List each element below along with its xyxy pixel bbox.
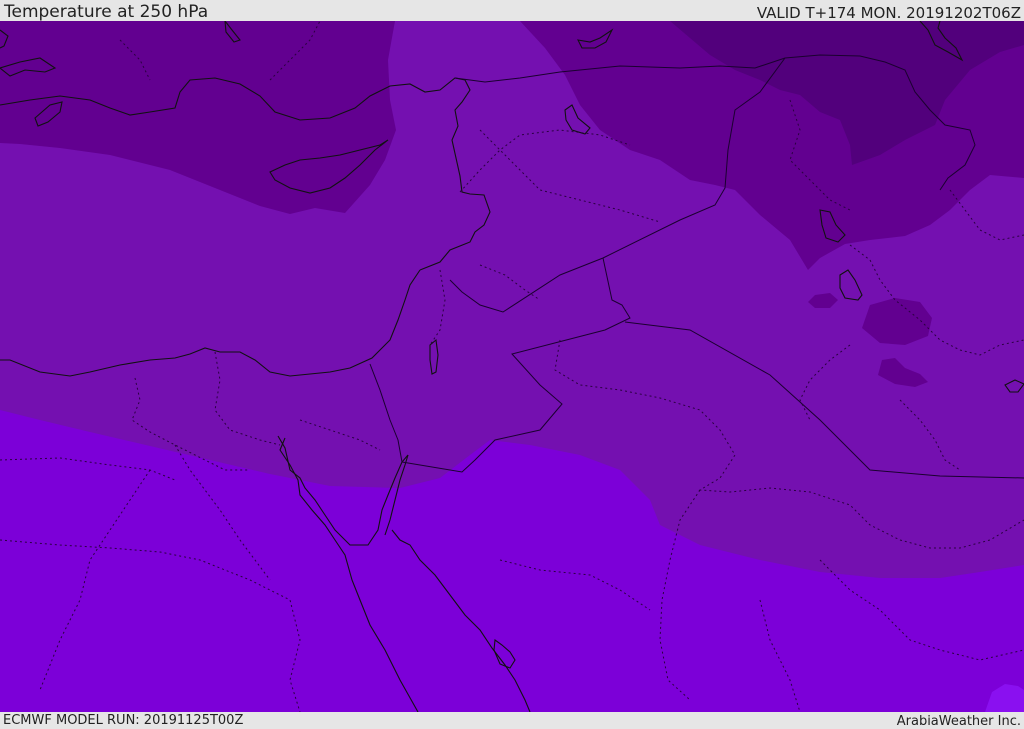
map-area[interactable] xyxy=(0,21,1024,712)
model-run: ECMWF MODEL RUN: 20191125T00Z xyxy=(3,713,244,728)
valid-time: VALID T+174 MON. 20191202T06Z xyxy=(756,4,1021,22)
header-bar: Temperature at 250 hPa VALID T+174 MON. … xyxy=(0,0,1024,21)
map-title: Temperature at 250 hPa xyxy=(4,2,209,22)
temperature-map xyxy=(0,21,1024,712)
footer-bar: ECMWF MODEL RUN: 20191125T00Z ArabiaWeat… xyxy=(0,712,1024,729)
credit-label: ArabiaWeather Inc. xyxy=(896,714,1021,729)
